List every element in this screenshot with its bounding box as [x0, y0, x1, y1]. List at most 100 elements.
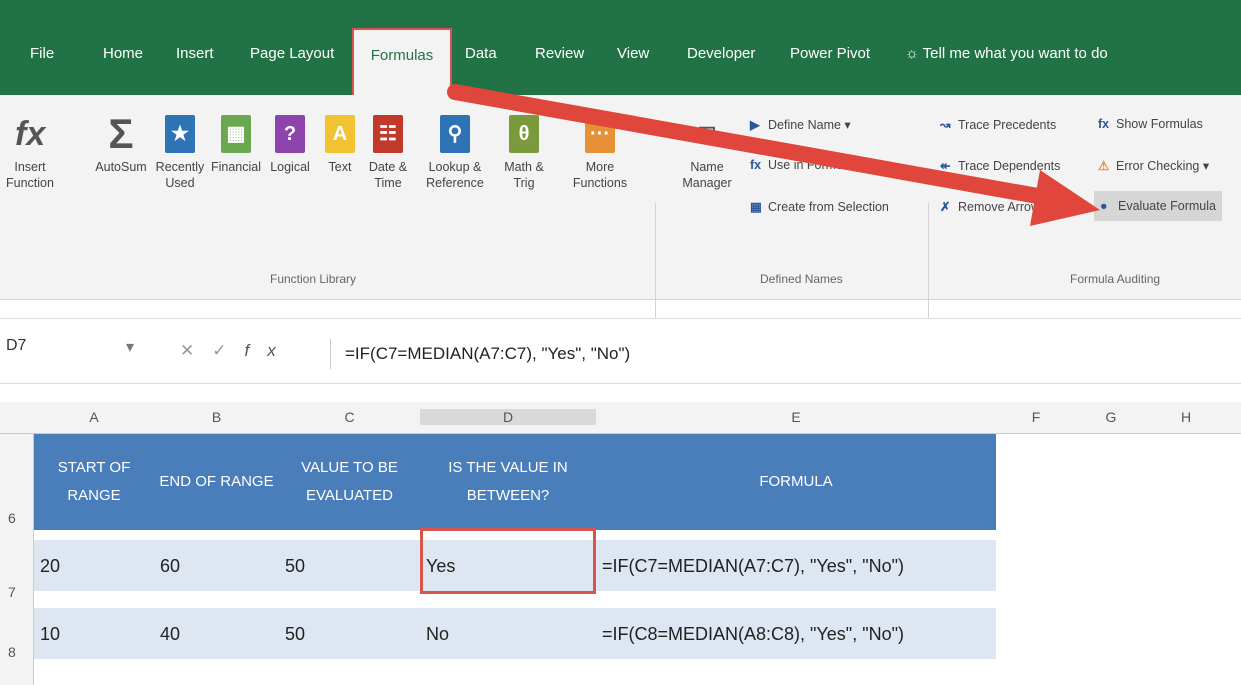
column-header-c[interactable]: C: [279, 409, 420, 425]
trace-dependents-button[interactable]: ↞ Trace Dependents: [940, 158, 1060, 173]
date-time-label: Date & Time: [368, 160, 408, 190]
lookup-reference-button[interactable]: ⚲ Lookup & Reference: [418, 115, 492, 191]
row-header-8[interactable]: 8: [8, 644, 16, 660]
financial-icon: ▦: [221, 115, 251, 153]
math-trig-label: Math & Trig: [504, 160, 544, 190]
trace-precedents-label: Trace Precedents: [958, 118, 1057, 132]
tell-me-box[interactable]: ☼ Tell me what you want to do: [905, 45, 1108, 62]
remove-arrows-button[interactable]: ✗ Remove Arrows: [940, 199, 1046, 214]
create-from-selection-button[interactable]: ▦ Create from Selection: [750, 199, 889, 214]
column-header-h[interactable]: H: [1146, 409, 1226, 425]
text-label: Text: [328, 160, 352, 174]
financial-label: Financial: [210, 160, 262, 174]
show-formulas-button[interactable]: fx Show Formulas: [1098, 117, 1203, 131]
recently-used-button[interactable]: ★ Recently Used: [148, 115, 212, 191]
formula-bar-controls: ✕✓fx: [180, 341, 294, 361]
math-trig-button[interactable]: θ Math & Trig: [496, 115, 552, 191]
fx-icon: fx: [15, 115, 46, 153]
show-formulas-icon: fx: [1098, 117, 1110, 131]
text-a-icon: A: [325, 115, 355, 153]
tab-developer[interactable]: Developer: [687, 45, 755, 62]
table-icon: ▦: [750, 200, 762, 214]
name-manager-button[interactable]: ▣ Name Manager: [672, 115, 742, 191]
evaluate-formula-icon: ●: [1100, 199, 1108, 213]
tab-formulas[interactable]: Formulas: [352, 28, 452, 95]
trace-precedents-icon: ↝: [940, 118, 951, 132]
text-button[interactable]: A Text: [316, 115, 364, 175]
cell-a7[interactable]: 20: [34, 540, 154, 592]
confirm-icon[interactable]: ✓: [212, 341, 244, 360]
tab-view[interactable]: View: [617, 45, 649, 62]
define-name-button[interactable]: ▶ Define Name ▾: [750, 117, 851, 132]
tab-page-layout[interactable]: Page Layout: [250, 45, 334, 62]
column-header-f[interactable]: F: [996, 409, 1076, 425]
remove-arrows-icon: ✗: [940, 200, 951, 214]
tab-power-pivot[interactable]: Power Pivot: [790, 45, 870, 62]
financial-button[interactable]: ▦ Financial: [206, 115, 266, 175]
name-manager-icon: ▣: [697, 123, 717, 145]
cell-c7[interactable]: 50: [279, 540, 420, 592]
column-header-e[interactable]: E: [596, 409, 996, 425]
lightbulb-icon: ☼: [905, 45, 923, 62]
tab-home[interactable]: Home: [103, 45, 143, 62]
logical-button[interactable]: ? Logical: [262, 115, 318, 175]
cell-b8[interactable]: 40: [154, 608, 279, 660]
chevron-down-icon: ▾: [126, 339, 135, 356]
column-header-b[interactable]: B: [154, 409, 279, 425]
more-functions-icon: ···: [585, 115, 615, 153]
recently-used-label: Recently Used: [155, 160, 205, 190]
column-headers: A B C D E F G H: [0, 402, 1241, 434]
insert-function-button[interactable]: fx Insert Function: [0, 115, 60, 191]
error-checking-button[interactable]: ⚠ Error Checking ▾: [1098, 158, 1209, 173]
tab-data[interactable]: Data: [465, 45, 497, 62]
autosum-button[interactable]: Σ AutoSum: [86, 110, 156, 175]
column-header-g[interactable]: G: [1076, 409, 1146, 425]
evaluate-formula-label: Evaluate Formula: [1118, 199, 1216, 213]
theta-icon: θ: [509, 115, 539, 153]
column-header-a[interactable]: A: [34, 409, 154, 425]
trace-dependents-label: Trace Dependents: [958, 159, 1061, 173]
evaluate-formula-button[interactable]: ● Evaluate Formula: [1094, 191, 1222, 221]
formula-input[interactable]: =IF(C7=MEDIAN(A7:C7), "Yes", "No"): [330, 339, 630, 369]
tab-review[interactable]: Review: [535, 45, 584, 62]
tab-insert[interactable]: Insert: [176, 45, 214, 62]
question-icon: ?: [275, 115, 305, 153]
row-header-6[interactable]: 6: [8, 510, 16, 526]
use-in-formula-button[interactable]: fx Use in Formula: [750, 158, 853, 172]
header-value-to-be-evaluated: VALUE TO BE EVALUATED: [279, 434, 420, 530]
ribbon-tab-bar: File Home Insert Page Layout Formulas Da…: [0, 0, 1241, 95]
date-time-button[interactable]: ☷ Date & Time: [360, 115, 416, 191]
name-box[interactable]: D7 ▾: [6, 337, 141, 369]
cell-e7[interactable]: =IF(C7=MEDIAN(A7:C7), "Yes", "No"): [596, 540, 996, 592]
cancel-icon[interactable]: ✕: [180, 341, 212, 360]
name-box-value: D7: [6, 337, 27, 354]
header-is-value-in-between: IS THE VALUE IN BETWEEN?: [420, 434, 596, 530]
defined-names-group-label: Defined Names: [760, 272, 843, 286]
more-functions-button[interactable]: ··· More Functions: [560, 115, 640, 191]
fx-button-icon[interactable]: fx: [245, 341, 294, 360]
tag-icon: ▶: [750, 118, 760, 132]
row-headers: 6 7 8: [0, 434, 34, 685]
autosum-label: AutoSum: [95, 160, 147, 174]
cell-e8[interactable]: =IF(C8=MEDIAN(A8:C8), "Yes", "No"): [596, 608, 996, 660]
cell-c8[interactable]: 50: [279, 608, 420, 660]
insert-function-label: Insert Function: [6, 160, 54, 190]
function-library-group-label: Function Library: [270, 272, 357, 286]
column-header-d[interactable]: D: [420, 409, 596, 425]
logical-label: Logical: [270, 160, 310, 174]
formula-bar: D7 ▾ ✕✓fx =IF(C7=MEDIAN(A7:C7), "Yes", "N…: [0, 318, 1241, 384]
calendar-icon: ☷: [373, 115, 403, 153]
row-header-7[interactable]: 7: [8, 584, 16, 600]
warning-icon: ⚠: [1098, 159, 1110, 173]
tab-file[interactable]: File: [30, 45, 54, 62]
cell-a8[interactable]: 10: [34, 608, 154, 660]
show-formulas-label: Show Formulas: [1116, 117, 1203, 131]
trace-precedents-button[interactable]: ↝ Trace Precedents: [940, 117, 1056, 132]
error-checking-label: Error Checking: [1116, 159, 1200, 173]
trace-dependents-icon: ↞: [940, 159, 951, 173]
cell-d8[interactable]: No: [420, 608, 596, 660]
use-in-formula-label: Use in Formula: [768, 158, 853, 172]
remove-arrows-label: Remove Arrows: [958, 200, 1047, 214]
sigma-icon: Σ: [108, 110, 134, 157]
cell-b7[interactable]: 60: [154, 540, 279, 592]
